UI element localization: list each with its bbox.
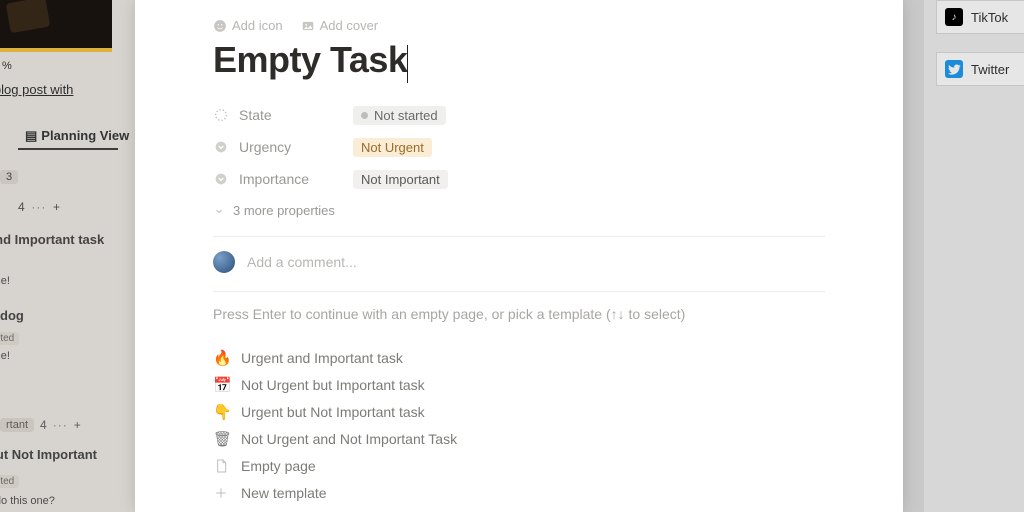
point-down-icon: 👇 <box>213 403 229 421</box>
state-value: Not started <box>374 108 438 123</box>
template-list: 🔥 Urgent and Important task 📅 Not Urgent… <box>213 344 825 506</box>
status-icon <box>213 107 229 123</box>
add-icon-button[interactable]: Add icon <box>213 18 283 33</box>
background-planning-underline <box>18 148 118 150</box>
fire-icon: 🔥 <box>213 349 229 367</box>
add-icon-label: Add icon <box>232 18 283 33</box>
background-right-column: ♪ TikTok Twitter <box>924 0 1024 512</box>
background-group1: 4 ··· + <box>18 200 60 214</box>
trash-icon: 🗑 <box>213 430 229 448</box>
text-caret <box>407 45 408 83</box>
add-cover-button[interactable]: Add cover <box>301 18 379 33</box>
background-count-pill: 3 <box>0 170 18 184</box>
background-card3-tag: rted <box>0 475 19 488</box>
background-card3-title: t but Not Important <box>0 447 97 462</box>
background-header-image <box>0 0 112 52</box>
background-planning-view: ▤Planning View <box>25 128 129 144</box>
template-label: New template <box>241 485 327 501</box>
importance-label: Importance <box>239 171 309 187</box>
template-label: Not Urgent and Not Important Task <box>241 431 457 447</box>
template-not-urgent-important[interactable]: 📅 Not Urgent but Important task <box>213 371 825 398</box>
emoji-icon <box>213 19 227 33</box>
avatar <box>213 251 235 273</box>
background-group2: rtant 4 ··· + <box>0 418 81 432</box>
template-label: Urgent but Not Important task <box>241 404 425 420</box>
background-card2-tag: rted <box>0 332 19 345</box>
background-card2-sub: om this one! <box>0 350 10 362</box>
page-icon <box>213 458 229 474</box>
background-card3-sub: meone else do this one? <box>0 495 55 507</box>
divider <box>213 236 825 237</box>
more-properties-button[interactable]: 3 more properties <box>213 203 825 218</box>
chevron-down-icon <box>213 205 225 217</box>
more-properties-label: 3 more properties <box>233 203 335 218</box>
background-social-tiktok: ♪ TikTok <box>936 0 1024 34</box>
background-percent: % <box>2 60 12 72</box>
background-card2-title: dog <box>0 308 24 323</box>
background-card1-sub: om this one! <box>0 275 10 287</box>
plus-icon <box>213 485 229 501</box>
property-row-state[interactable]: State Not started <box>213 99 825 131</box>
urgency-value: Not Urgent <box>353 138 432 157</box>
template-urgent-important[interactable]: 🔥 Urgent and Important task <box>213 344 825 371</box>
twitter-icon <box>945 60 963 78</box>
template-not-urgent-not-important[interactable]: 🗑 Not Urgent and Not Important Task <box>213 425 825 452</box>
image-icon <box>301 19 315 33</box>
page-modal: Add icon Add cover Empty Task State Not … <box>135 0 903 512</box>
comment-placeholder: Add a comment... <box>247 254 357 270</box>
calendar-icon: 📅 <box>213 376 229 394</box>
template-urgent-not-important[interactable]: 👇 Urgent but Not Important task <box>213 398 825 425</box>
tiktok-icon: ♪ <box>945 8 963 26</box>
page-title[interactable]: Empty Task <box>213 39 407 81</box>
template-hint: Press Enter to continue with an empty pa… <box>213 306 825 322</box>
importance-value: Not Important <box>353 170 448 189</box>
template-empty-page[interactable]: Empty page <box>213 452 825 479</box>
select-icon <box>213 171 229 187</box>
property-row-urgency[interactable]: Urgency Not Urgent <box>213 131 825 163</box>
background-left-column: % nd a blog post with ▤Planning View 3 4… <box>0 0 135 512</box>
background-social-twitter: Twitter <box>936 52 1024 86</box>
add-cover-label: Add cover <box>320 18 379 33</box>
state-label: State <box>239 107 272 123</box>
template-label: Urgent and Important task <box>241 350 403 366</box>
property-row-importance[interactable]: Importance Not Important <box>213 163 825 195</box>
urgency-label: Urgency <box>239 139 291 155</box>
comment-input[interactable]: Add a comment... <box>213 251 825 273</box>
template-new-template[interactable]: New template <box>213 479 825 506</box>
background-blog-text: nd a blog post with <box>0 82 73 97</box>
divider <box>213 291 825 292</box>
background-card1-title: t and Important task <box>0 232 104 247</box>
select-icon <box>213 139 229 155</box>
template-label: Not Urgent but Important task <box>241 377 425 393</box>
template-label: Empty page <box>241 458 316 474</box>
